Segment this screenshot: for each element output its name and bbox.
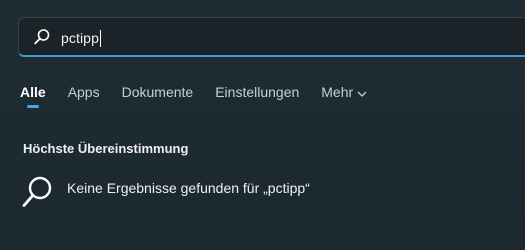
search-icon [34,29,50,45]
no-results-item: Keine Ergebnisse gefunden für „pctipp“ [20,175,310,211]
tab-label: Einstellungen [215,84,300,100]
search-icon [22,176,52,207]
search-panel: pctipp Alle Apps Dokumente Einstellungen… [0,0,525,250]
tab-mehr[interactable]: Mehr [321,80,367,106]
tab-apps[interactable]: Apps [68,80,100,106]
tab-alle[interactable]: Alle [20,80,46,108]
tab-label: Mehr [321,84,354,100]
section-title: Höchste Übereinstimmung [23,141,189,156]
search-input-value: pctipp [61,30,99,46]
tab-einstellungen[interactable]: Einstellungen [215,80,299,106]
tab-label: Dokumente [121,84,194,100]
filter-tabs: Alle Apps Dokumente Einstellungen Mehr [20,80,389,110]
tab-label: Alle [20,84,46,100]
search-box[interactable]: pctipp [18,17,525,57]
active-tab-indicator [26,105,39,108]
tab-label: Apps [67,84,100,100]
tab-dokumente[interactable]: Dokumente [122,80,194,106]
text-caret [99,29,101,47]
search-input[interactable]: pctipp [61,27,101,49]
no-results-text: Keine Ergebnisse gefunden für „pctipp“ [67,180,310,196]
chevron-down-icon [357,91,367,97]
